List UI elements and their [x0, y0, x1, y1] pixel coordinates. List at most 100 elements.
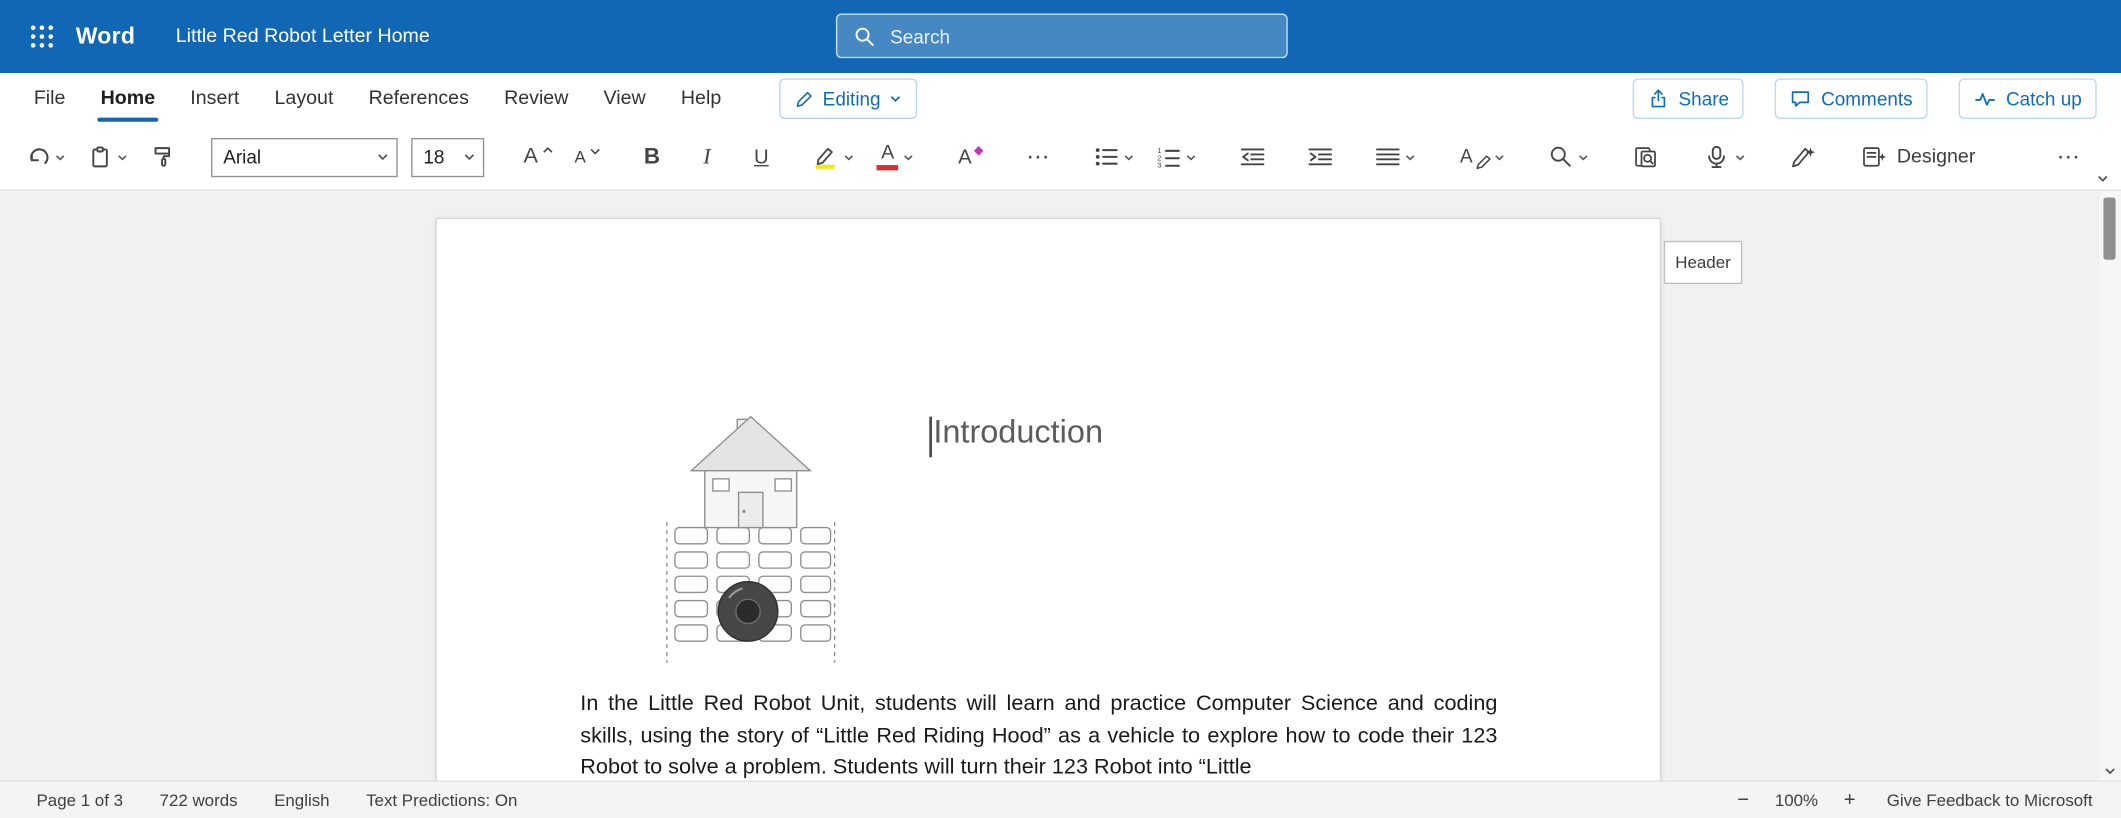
share-label: Share	[1679, 88, 1730, 110]
indent-icon	[1308, 146, 1332, 168]
search-box[interactable]	[836, 14, 1288, 59]
increase-indent-button[interactable]	[1304, 134, 1336, 180]
chevron-down-icon	[1123, 151, 1135, 163]
document-title[interactable]: Little Red Robot Letter Home	[176, 26, 430, 48]
document-image[interactable]	[661, 406, 840, 666]
designer-icon	[1860, 145, 1887, 169]
ribbon-right-actions: Share Comments Catch up	[1633, 78, 2097, 119]
paste-button[interactable]	[84, 134, 133, 180]
text-cursor	[929, 417, 931, 458]
clear-formatting-button[interactable]: A	[954, 134, 986, 180]
underline-button[interactable]: U	[750, 134, 773, 180]
font-color-button[interactable]: A	[873, 134, 919, 180]
chevron-down-icon	[903, 151, 915, 163]
zoom-level[interactable]: 100%	[1775, 791, 1818, 810]
language-selector[interactable]: English	[274, 791, 329, 810]
search-input[interactable]	[887, 24, 1270, 48]
undo-icon	[26, 145, 50, 169]
grow-font-button[interactable]: A	[519, 134, 556, 180]
chevron-down-icon	[1735, 151, 1747, 163]
comments-button[interactable]: Comments	[1775, 78, 1927, 119]
alignment-button[interactable]	[1372, 134, 1421, 180]
catch-up-button[interactable]: Catch up	[1959, 78, 2097, 119]
tab-help[interactable]: Help	[663, 73, 739, 124]
editor-button[interactable]	[1786, 134, 1821, 180]
search-icon	[854, 25, 876, 47]
underline-icon: U	[754, 145, 769, 168]
chevron-down-icon	[1185, 151, 1197, 163]
more-commands-button[interactable]: …	[2052, 134, 2086, 180]
decrease-indent-button[interactable]	[1237, 134, 1269, 180]
dictate-button[interactable]	[1699, 134, 1750, 180]
align-justify-icon	[1376, 146, 1400, 168]
ribbon-tab-row: File Home Insert Layout References Revie…	[0, 73, 2121, 124]
scroll-down-button[interactable]	[2102, 764, 2118, 778]
tab-references[interactable]: References	[351, 73, 486, 124]
chevron-down-icon	[843, 151, 855, 163]
designer-label: Designer	[1897, 146, 1975, 168]
tab-insert[interactable]: Insert	[173, 73, 257, 124]
shrink-font-button[interactable]: A	[570, 134, 604, 180]
tab-file[interactable]: File	[16, 73, 83, 124]
document-page[interactable]: Introduction In the Little Red Robot Uni…	[436, 218, 1662, 781]
comment-icon	[1790, 88, 1812, 110]
editing-mode-button[interactable]: Editing	[779, 78, 917, 119]
designer-button[interactable]: Designer	[1856, 134, 1979, 180]
tab-view[interactable]: View	[586, 73, 663, 124]
chevron-down-icon	[54, 151, 66, 163]
vertical-scrollbar[interactable]	[2099, 191, 2121, 781]
styles-icon: A	[1460, 143, 1490, 170]
outdent-icon	[1241, 146, 1265, 168]
status-bar: Page 1 of 3 722 words English Text Predi…	[0, 780, 2121, 818]
header-button[interactable]: Header	[1664, 241, 1742, 284]
zoom-out-button[interactable]: −	[1735, 789, 1752, 812]
more-font-options-button[interactable]: …	[1022, 134, 1056, 180]
find-button[interactable]	[1545, 134, 1594, 180]
bold-button[interactable]: B	[640, 134, 664, 180]
chevron-down-icon	[889, 92, 903, 106]
app-launcher-button[interactable]	[19, 14, 65, 60]
status-bar-right: − 100% + Give Feedback to Microsoft	[1735, 789, 2093, 812]
clear-formatting-accent	[974, 145, 984, 155]
magnifier-icon	[1549, 145, 1573, 169]
bullet-list-icon	[1095, 146, 1119, 168]
font-name-select[interactable]: Arial	[211, 137, 398, 176]
svg-text:3: 3	[1158, 161, 1162, 168]
document-canvas: Introduction In the Little Red Robot Uni…	[0, 191, 2121, 781]
italic-button[interactable]: I	[699, 134, 715, 180]
editing-label: Editing	[823, 88, 881, 110]
numbering-button[interactable]: 1 2 3	[1153, 134, 1202, 180]
page-count[interactable]: Page 1 of 3	[37, 791, 124, 810]
tab-home[interactable]: Home	[83, 73, 173, 124]
chevron-down-icon	[1578, 151, 1590, 163]
font-color-icon: A	[877, 144, 899, 170]
chevron-down-icon	[1404, 151, 1416, 163]
share-icon	[1647, 88, 1669, 110]
format-painter-button[interactable]	[146, 134, 178, 180]
text-predictions-toggle[interactable]: Text Predictions: On	[366, 791, 517, 810]
chevron-down-icon	[1494, 151, 1506, 163]
numbered-list-icon: 1 2 3	[1157, 146, 1181, 168]
document-paragraph[interactable]: In the Little Red Robot Unit, students w…	[580, 689, 1497, 781]
word-count[interactable]: 722 words	[160, 791, 238, 810]
tab-review[interactable]: Review	[486, 73, 585, 124]
collapse-ribbon-button[interactable]	[2093, 169, 2113, 188]
font-size-select[interactable]: 18	[411, 137, 484, 176]
find-and-replace-button[interactable]	[1629, 134, 1664, 180]
highlight-color-button[interactable]	[808, 134, 859, 180]
clipboard-icon	[88, 145, 112, 169]
scrollbar-thumb[interactable]	[2103, 197, 2115, 259]
word-online-window: Word Little Red Robot Letter Home File H…	[0, 0, 2121, 816]
bold-icon: B	[644, 144, 660, 170]
tab-layout[interactable]: Layout	[257, 73, 351, 124]
document-search-icon	[1633, 145, 1660, 169]
bullets-button[interactable]	[1091, 134, 1140, 180]
zoom-in-button[interactable]: +	[1841, 789, 1858, 812]
styles-button[interactable]: A	[1456, 134, 1510, 180]
share-button[interactable]: Share	[1633, 78, 1744, 119]
waffle-icon	[30, 24, 54, 48]
feedback-link[interactable]: Give Feedback to Microsoft	[1887, 791, 2093, 810]
document-heading[interactable]: Introduction	[933, 414, 1103, 452]
undo-button[interactable]	[22, 134, 71, 180]
app-name[interactable]: Word	[76, 23, 135, 50]
